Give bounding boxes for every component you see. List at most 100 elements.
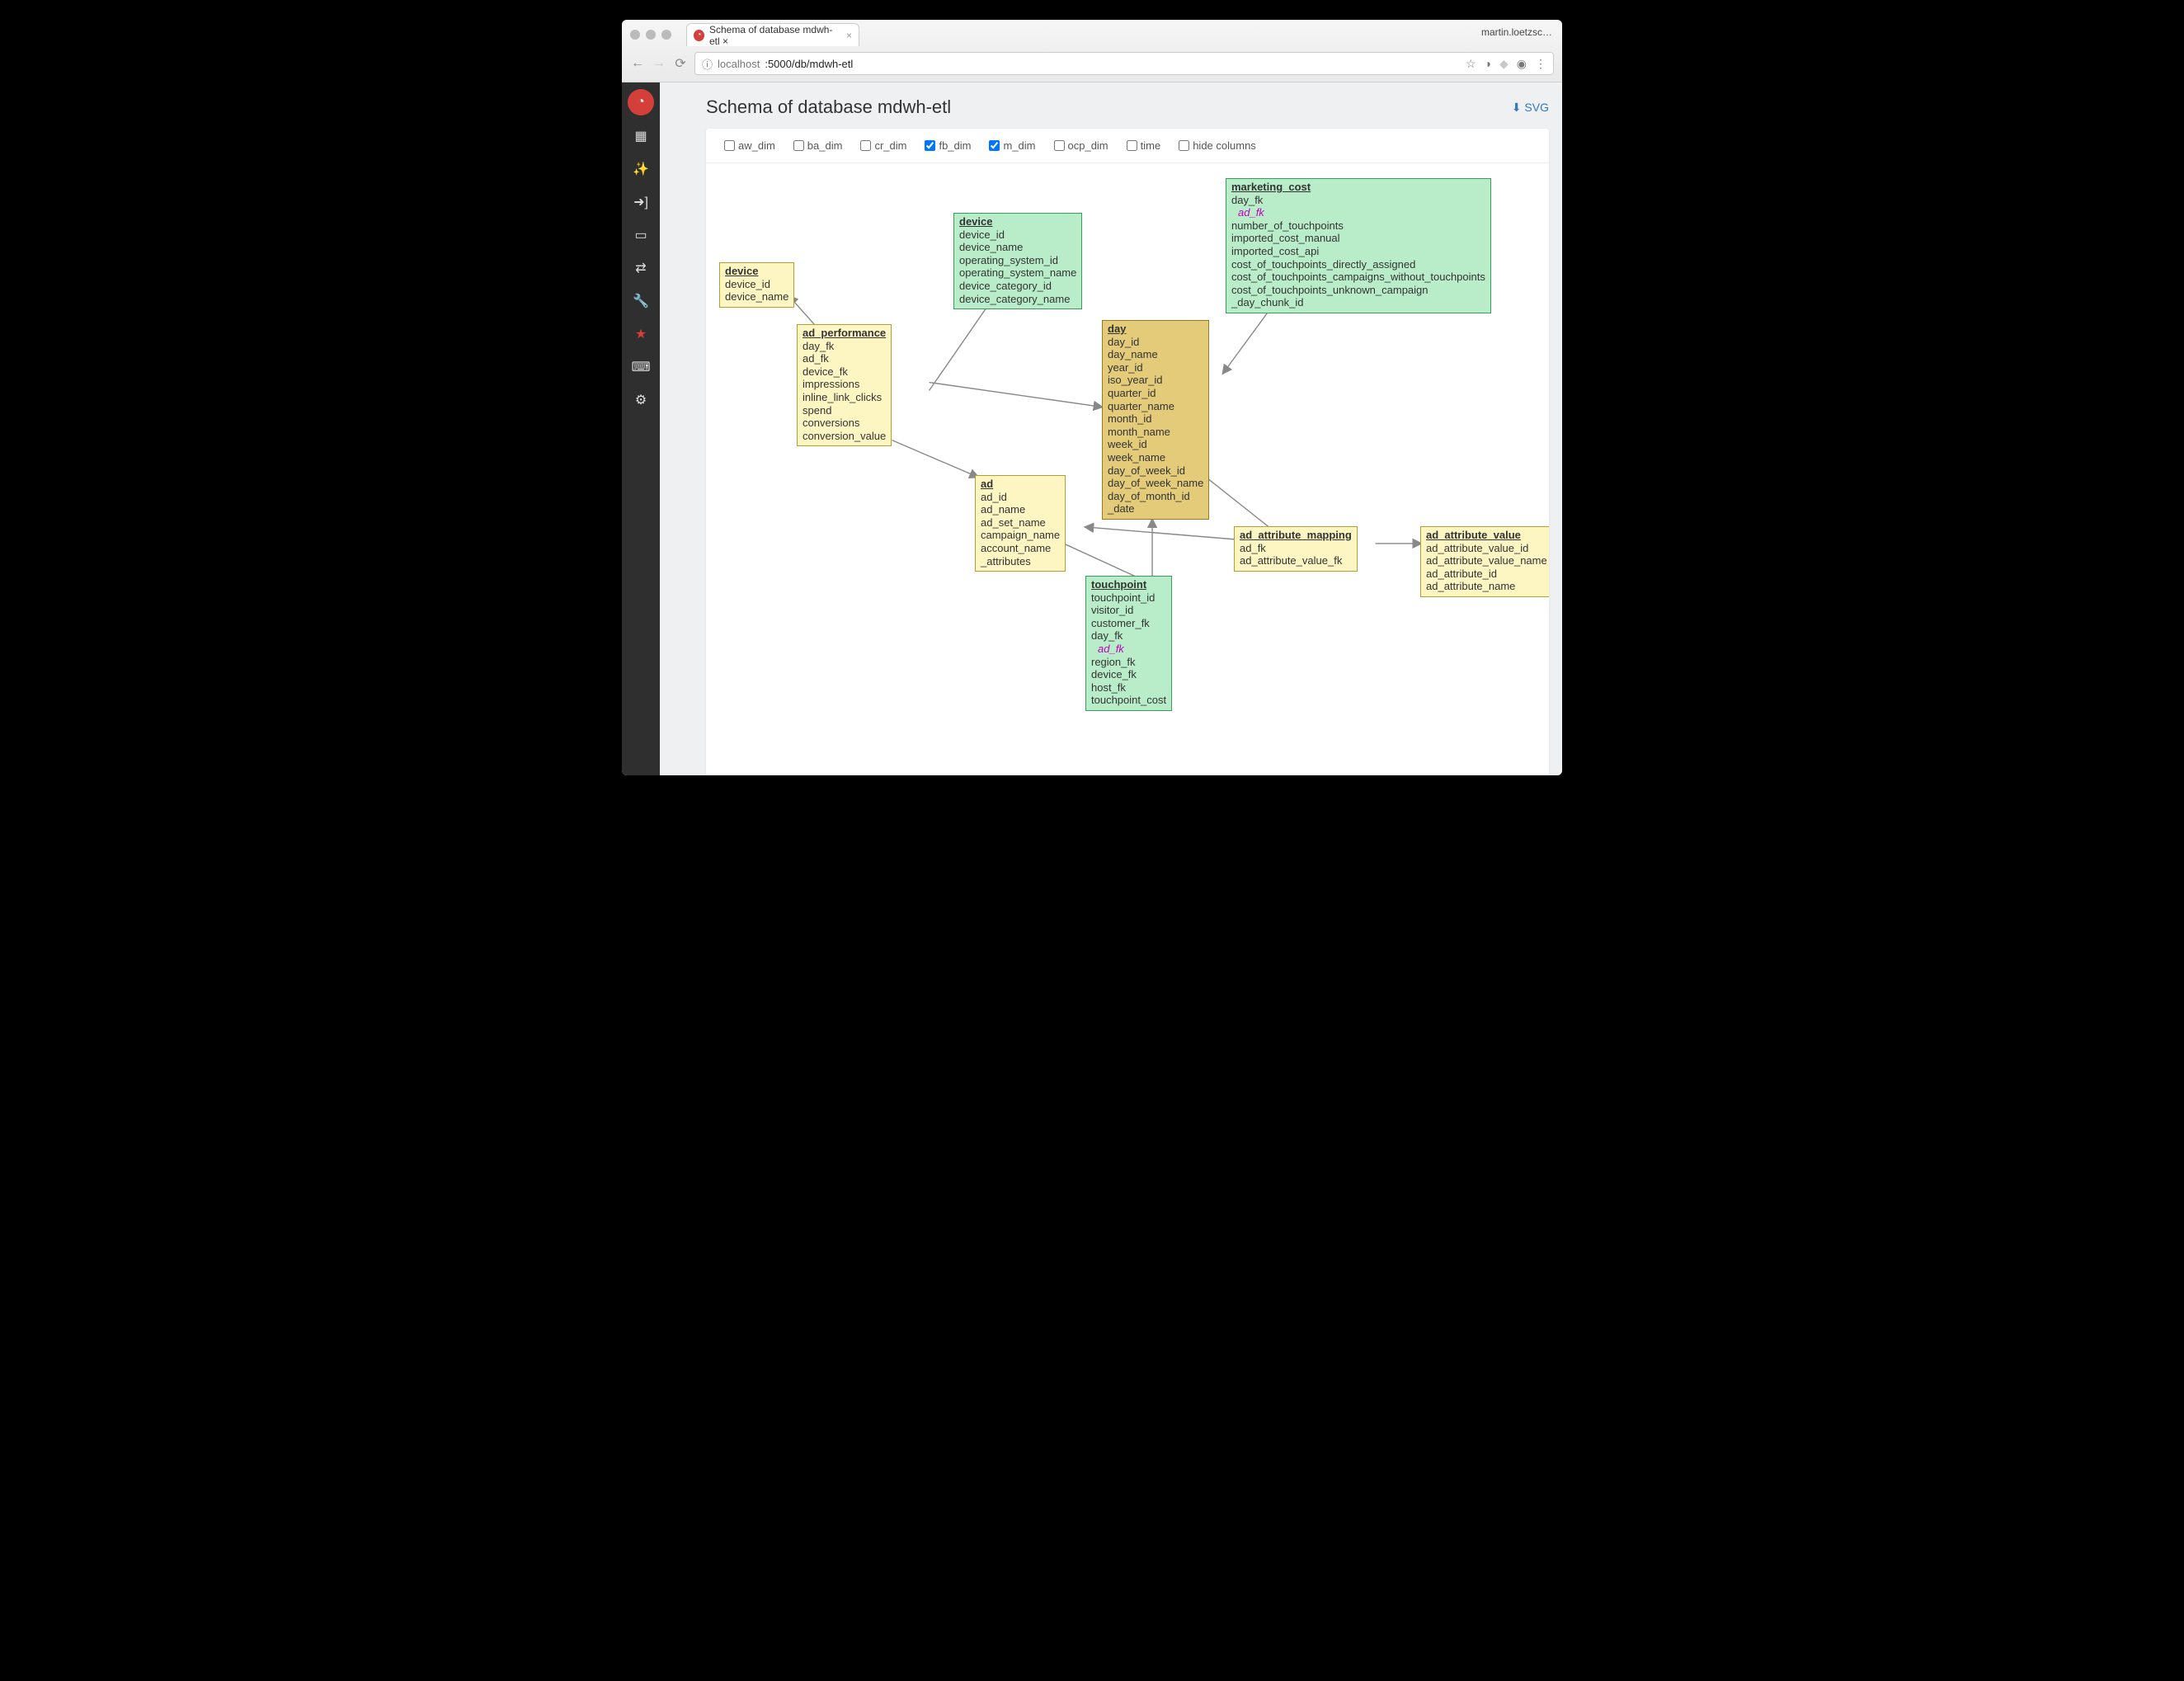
login-icon[interactable]: ➜] — [628, 190, 653, 214]
table-column: ad_name — [981, 503, 1060, 516]
back-icon[interactable]: ← — [630, 56, 645, 71]
filter-label: aw_dim — [738, 139, 775, 152]
browser-window: ◔ Schema of database mdwh-etl × × martin… — [622, 20, 1562, 775]
maximize-icon[interactable] — [661, 30, 671, 40]
filter-checkbox[interactable] — [989, 140, 1000, 151]
wrench-icon[interactable]: 🔧 — [628, 289, 653, 313]
profile-name[interactable]: martin.loetzsc… — [1481, 26, 1552, 38]
table-column: visitor_id — [1091, 604, 1166, 617]
table-name[interactable]: ad_attribute_value — [1421, 527, 1549, 542]
table-column: impressions — [803, 378, 886, 391]
extension-icon-3[interactable]: ◉ — [1517, 57, 1527, 71]
table-column: day_fk — [1091, 629, 1166, 643]
info-icon[interactable]: ⓘ — [702, 56, 713, 72]
table-column: ad_fk — [1240, 542, 1352, 555]
minimize-icon[interactable] — [646, 30, 656, 40]
table-column: ad_attribute_id — [1426, 567, 1547, 581]
keyboard-icon[interactable]: ⌨ — [628, 355, 653, 379]
filter-label: time — [1141, 139, 1161, 152]
table-day[interactable]: dayday_idday_nameyear_idiso_year_idquart… — [1102, 320, 1209, 520]
close-tab-icon[interactable]: × — [846, 30, 852, 41]
filter-checkbox[interactable] — [1179, 140, 1189, 151]
grid-icon[interactable]: ▦ — [628, 124, 653, 148]
table-device1[interactable]: devicedevice_iddevice_name — [719, 262, 794, 308]
star-nav-icon[interactable]: ★ — [628, 322, 653, 346]
table-column: inline_link_clicks — [803, 391, 886, 404]
table-column: account_name — [981, 542, 1060, 555]
gear-icon[interactable]: ⚙ — [628, 388, 653, 412]
table-name[interactable]: ad — [976, 476, 1065, 491]
table-column: number_of_touchpoints — [1231, 219, 1485, 233]
tree-icon[interactable]: ⇄ — [628, 256, 653, 280]
table-ad_performance[interactable]: ad_performanceday_fkad_fkdevice_fkimpres… — [797, 324, 892, 446]
schema-card: aw_dim ba_dim cr_dim fb_dim m_dim ocp_dim time… — [706, 129, 1549, 775]
schema-filter-bar: aw_dim ba_dim cr_dim fb_dim m_dim ocp_dim time… — [706, 129, 1549, 163]
filter-aw_dim[interactable]: aw_dim — [724, 139, 775, 152]
filter-checkbox[interactable] — [925, 140, 935, 151]
filter-checkbox[interactable] — [860, 140, 871, 151]
table-column: touchpoint_id — [1091, 591, 1166, 605]
browser-chrome: ◔ Schema of database mdwh-etl × × martin… — [622, 20, 1562, 82]
wand-icon[interactable]: ✨ — [628, 157, 653, 181]
table-ad_attribute_mapping[interactable]: ad_attribute_mappingad_fkad_attribute_va… — [1234, 526, 1358, 572]
table-column: device_fk — [803, 365, 886, 379]
table-column: device_id — [959, 228, 1076, 242]
filter-time[interactable]: time — [1127, 139, 1161, 152]
book-icon[interactable]: ▭ — [628, 223, 653, 247]
table-column: quarter_name — [1108, 400, 1203, 413]
table-touchpoint[interactable]: touchpointtouchpoint_idvisitor_idcustome… — [1085, 576, 1172, 711]
table-device2[interactable]: devicedevice_iddevice_nameoperating_syst… — [953, 213, 1082, 309]
table-column: ad_fk — [1091, 643, 1166, 656]
close-icon[interactable] — [630, 30, 640, 40]
table-column: imported_cost_api — [1231, 245, 1485, 258]
filter-hide-columns[interactable]: hide columns — [1179, 139, 1256, 152]
table-name[interactable]: ad_attribute_mapping — [1235, 527, 1357, 542]
table-column: device_category_name — [959, 293, 1076, 306]
table-column: device_name — [959, 241, 1076, 254]
filter-m_dim[interactable]: m_dim — [989, 139, 1035, 152]
table-column: _attributes — [981, 555, 1060, 568]
main-content: Schema of database mdwh-etl ⬇ SVG aw_dim… — [660, 82, 1562, 775]
reload-icon[interactable]: ⟳ — [673, 56, 688, 71]
table-name[interactable]: device — [720, 263, 793, 278]
filter-label: fb_dim — [939, 139, 971, 152]
table-column: year_id — [1108, 361, 1203, 374]
page-title: Schema of database mdwh-etl — [706, 97, 951, 118]
download-label: SVG — [1524, 101, 1549, 114]
table-name[interactable]: touchpoint — [1086, 577, 1171, 591]
schema-diagram[interactable]: devicedevice_iddevice_namedevicedevice_i… — [706, 163, 1549, 775]
filter-ba_dim[interactable]: ba_dim — [793, 139, 843, 152]
brand-logo-icon[interactable]: ◔ — [628, 89, 654, 115]
table-name[interactable]: device — [954, 214, 1081, 228]
filter-checkbox[interactable] — [1054, 140, 1065, 151]
table-name[interactable]: day — [1103, 321, 1208, 336]
filter-checkbox[interactable] — [1127, 140, 1137, 151]
download-svg-button[interactable]: ⬇ SVG — [1512, 101, 1549, 115]
filter-fb_dim[interactable]: fb_dim — [925, 139, 971, 152]
extension-icon-1[interactable]: ◑ — [1485, 57, 1491, 70]
table-ad_attribute_value[interactable]: ad_attribute_valuead_attribute_value_ida… — [1420, 526, 1549, 597]
table-column: day_name — [1108, 348, 1203, 361]
table-column: device_name — [725, 290, 788, 304]
table-marketing_cost[interactable]: marketing_costday_fkad_fknumber_of_touch… — [1226, 178, 1491, 313]
extension-icon-2[interactable]: ◆ — [1499, 57, 1509, 71]
menu-icon[interactable]: ⋮ — [1535, 57, 1546, 71]
address-bar[interactable]: ⓘ localhost:5000/db/mdwh-etl ☆ ◑ ◆ ◉ ⋮ — [694, 52, 1554, 75]
browser-tab[interactable]: ◔ Schema of database mdwh-etl × × — [686, 23, 859, 46]
filter-cr_dim[interactable]: cr_dim — [860, 139, 906, 152]
star-icon[interactable]: ☆ — [1466, 57, 1476, 71]
table-column: customer_fk — [1091, 617, 1166, 630]
filter-checkbox[interactable] — [793, 140, 804, 151]
window-controls[interactable] — [630, 30, 671, 40]
table-column: week_id — [1108, 438, 1203, 451]
table-column: month_id — [1108, 412, 1203, 426]
table-name[interactable]: ad_performance — [798, 325, 891, 340]
table-ad[interactable]: adad_idad_namead_set_namecampaign_nameac… — [975, 475, 1066, 572]
filter-ocp_dim[interactable]: ocp_dim — [1054, 139, 1108, 152]
filter-checkbox[interactable] — [724, 140, 735, 151]
table-column: cost_of_touchpoints_campaigns_without_to… — [1231, 271, 1485, 284]
table-column: ad_set_name — [981, 516, 1060, 530]
table-column: device_category_id — [959, 280, 1076, 293]
table-column: region_fk — [1091, 656, 1166, 669]
table-name[interactable]: marketing_cost — [1226, 179, 1490, 194]
